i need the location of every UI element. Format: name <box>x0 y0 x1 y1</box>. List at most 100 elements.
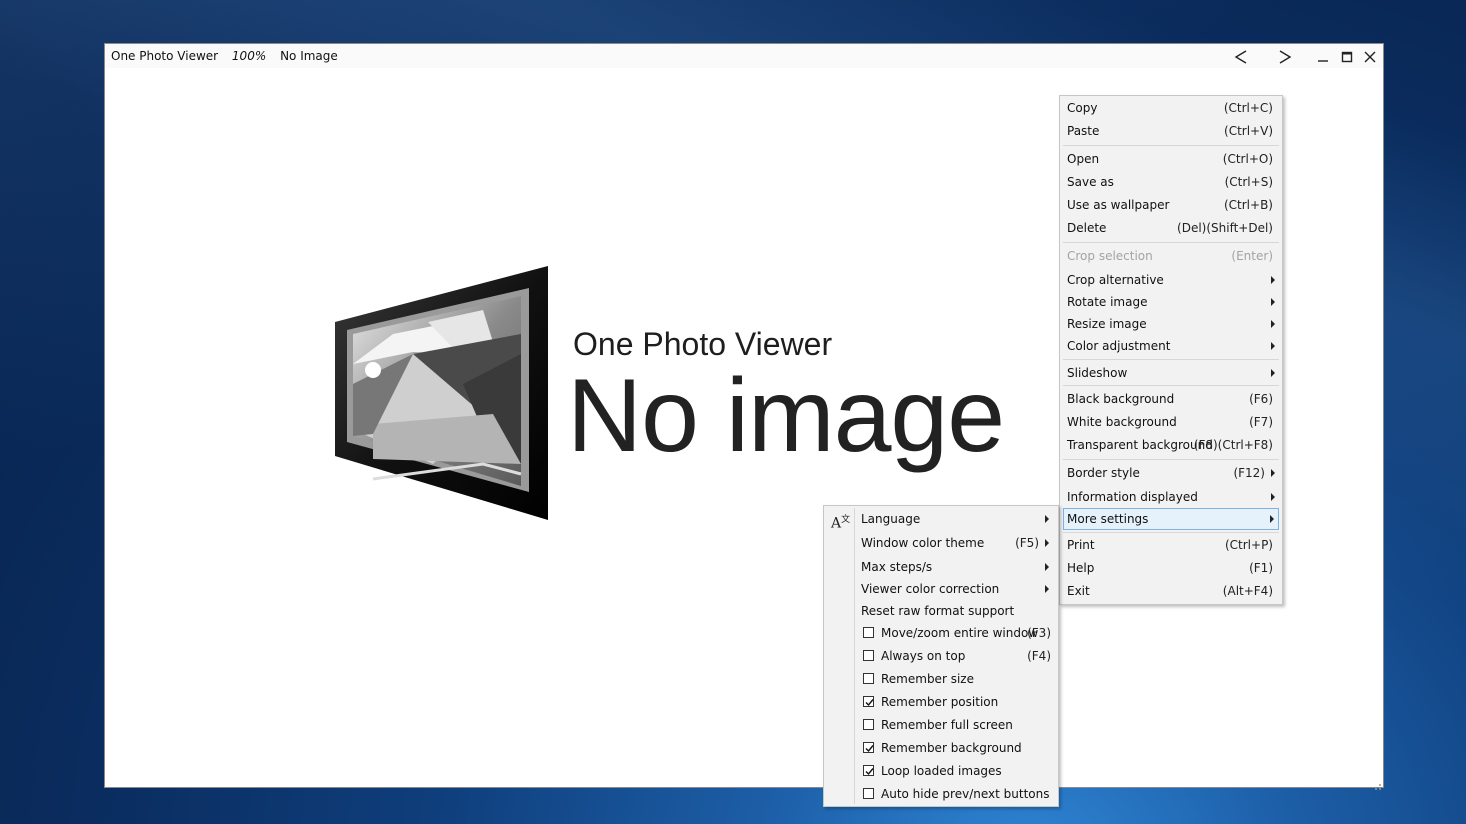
previous-image-button[interactable] <box>1229 47 1253 67</box>
submenu-arrow-icon <box>1270 515 1274 523</box>
checkbox-checked[interactable] <box>863 742 874 753</box>
shortcut-text: (Ctrl+O) <box>1222 152 1273 166</box>
file-name: No Image <box>280 49 338 63</box>
menu-item-label: Color adjustment <box>1067 339 1171 353</box>
shortcut-text: (F6) <box>1249 392 1273 406</box>
menu-item-label: Language <box>861 512 921 526</box>
menu-separator <box>1063 459 1279 460</box>
menu-item-remember-background[interactable]: Remember background <box>827 738 1055 758</box>
submenu-arrow-icon <box>1045 515 1049 523</box>
menu-item-crop-alternative[interactable]: Crop alternative <box>1063 270 1279 290</box>
menu-item-label: Resize image <box>1067 317 1147 331</box>
maximize-button[interactable] <box>1336 47 1358 67</box>
chevron-left-icon <box>1234 50 1247 64</box>
checkbox-checked[interactable] <box>863 765 874 776</box>
shortcut-text: (Enter) <box>1231 249 1273 263</box>
menu-item-label: Paste <box>1067 124 1100 138</box>
menu-item-open[interactable]: Open (Ctrl+O) <box>1063 149 1279 169</box>
menu-item-delete[interactable]: Delete (Del)(Shift+Del) <box>1063 218 1279 238</box>
menu-item-label: White background <box>1067 415 1177 429</box>
menu-separator <box>1063 359 1279 360</box>
shortcut-text: (Ctrl+S) <box>1224 175 1273 189</box>
shortcut-text: (Ctrl+V) <box>1224 124 1273 138</box>
menu-item-label: Remember full screen <box>881 718 1013 732</box>
shortcut-text: (F8)(Ctrl+F8) <box>1193 438 1273 452</box>
close-button[interactable] <box>1359 47 1381 67</box>
menu-item-label: Remember background <box>881 741 1022 755</box>
menu-item-rotate-image[interactable]: Rotate image <box>1063 292 1279 312</box>
menu-item-label: Exit <box>1067 584 1090 598</box>
menu-item-label: Crop alternative <box>1067 273 1164 287</box>
menu-item-label: Use as wallpaper <box>1067 198 1170 212</box>
menu-item-label: Crop selection <box>1067 249 1153 263</box>
menu-item-remember-size[interactable]: Remember size <box>827 669 1055 689</box>
menu-item-paste[interactable]: Paste (Ctrl+V) <box>1063 121 1279 141</box>
menu-item-language[interactable]: A文 Language <box>827 509 1055 532</box>
menu-item-remember-full-screen[interactable]: Remember full screen <box>827 715 1055 735</box>
menu-item-move-zoom-entire-window[interactable]: Move/zoom entire window (F3) <box>827 623 1055 643</box>
zoom-level: 100% <box>231 49 267 63</box>
submenu-arrow-icon <box>1271 469 1275 477</box>
checkbox-unchecked[interactable] <box>863 719 874 730</box>
submenu-arrow-icon <box>1045 539 1049 547</box>
menu-item-slideshow[interactable]: Slideshow <box>1063 363 1279 383</box>
next-image-button[interactable] <box>1273 47 1297 67</box>
shortcut-text: (F3) <box>1027 626 1051 640</box>
menu-item-print[interactable]: Print (Ctrl+P) <box>1063 535 1279 555</box>
checkbox-unchecked[interactable] <box>863 788 874 799</box>
checkbox-unchecked[interactable] <box>863 627 874 638</box>
menu-item-label: More settings <box>1067 512 1149 526</box>
menu-separator <box>1063 242 1279 243</box>
minimize-icon <box>1318 60 1328 62</box>
menu-item-transparent-background[interactable]: Transparent background (F8)(Ctrl+F8) <box>1063 435 1279 455</box>
menu-item-exit[interactable]: Exit (Alt+F4) <box>1063 581 1279 601</box>
submenu-arrow-icon <box>1271 369 1275 377</box>
menu-item-label: Max steps/s <box>861 560 933 574</box>
menu-item-use-as-wallpaper[interactable]: Use as wallpaper (Ctrl+B) <box>1063 195 1279 215</box>
menu-item-white-background[interactable]: White background (F7) <box>1063 412 1279 432</box>
shortcut-text: (Ctrl+C) <box>1223 101 1273 115</box>
submenu-arrow-icon <box>1271 342 1275 350</box>
title-bar[interactable]: One Photo Viewer 100% No Image <box>105 44 1383 68</box>
maximize-icon <box>1341 51 1353 63</box>
menu-item-more-settings[interactable]: More settings <box>1063 508 1279 530</box>
menu-item-label: Copy <box>1067 101 1098 115</box>
placeholder-message: No image <box>567 358 1005 474</box>
menu-item-label: Save as <box>1067 175 1114 189</box>
menu-item-always-on-top[interactable]: Always on top (F4) <box>827 646 1055 666</box>
menu-item-auto-hide-prev-next[interactable]: Auto hide prev/next buttons <box>827 784 1055 804</box>
shortcut-text: (F1) <box>1249 561 1273 575</box>
menu-item-loop-loaded-images[interactable]: Loop loaded images <box>827 761 1055 781</box>
menu-item-label: Border style <box>1067 466 1140 480</box>
chevron-right-icon <box>1279 50 1292 64</box>
menu-item-label: Information displayed <box>1067 490 1198 504</box>
menu-item-copy[interactable]: Copy (Ctrl+C) <box>1063 98 1279 118</box>
menu-item-remember-position[interactable]: Remember position <box>827 692 1055 712</box>
menu-item-information-displayed[interactable]: Information displayed <box>1063 487 1279 507</box>
checkbox-unchecked[interactable] <box>863 650 874 661</box>
menu-item-black-background[interactable]: Black background (F6) <box>1063 389 1279 409</box>
menu-item-color-adjustment[interactable]: Color adjustment <box>1063 336 1279 356</box>
menu-item-label: Help <box>1067 561 1095 575</box>
menu-item-help[interactable]: Help (F1) <box>1063 558 1279 578</box>
translate-icon: A文 <box>831 515 851 532</box>
menu-separator <box>1063 385 1279 386</box>
menu-item-reset-raw-format-support[interactable]: Reset raw format support <box>827 601 1055 621</box>
close-icon <box>1364 51 1376 63</box>
submenu-arrow-icon <box>1271 320 1275 328</box>
menu-item-label: Transparent background <box>1067 438 1213 452</box>
menu-item-window-color-theme[interactable]: Window color theme (F5) <box>827 533 1055 553</box>
menu-item-viewer-color-correction[interactable]: Viewer color correction <box>827 579 1055 599</box>
menu-item-label: Remember size <box>881 672 974 686</box>
checkbox-unchecked[interactable] <box>863 673 874 684</box>
submenu-arrow-icon <box>1271 276 1275 284</box>
checkbox-checked[interactable] <box>863 696 874 707</box>
minimize-button[interactable] <box>1312 47 1334 67</box>
shortcut-text: (F5) <box>1015 536 1039 550</box>
menu-item-resize-image[interactable]: Resize image <box>1063 314 1279 334</box>
menu-item-save-as[interactable]: Save as (Ctrl+S) <box>1063 172 1279 192</box>
resize-grip[interactable] <box>1372 776 1382 790</box>
menu-item-border-style[interactable]: Border style (F12) <box>1063 463 1279 483</box>
menu-item-max-steps[interactable]: Max steps/s <box>827 557 1055 577</box>
shortcut-text: (Ctrl+P) <box>1224 538 1273 552</box>
